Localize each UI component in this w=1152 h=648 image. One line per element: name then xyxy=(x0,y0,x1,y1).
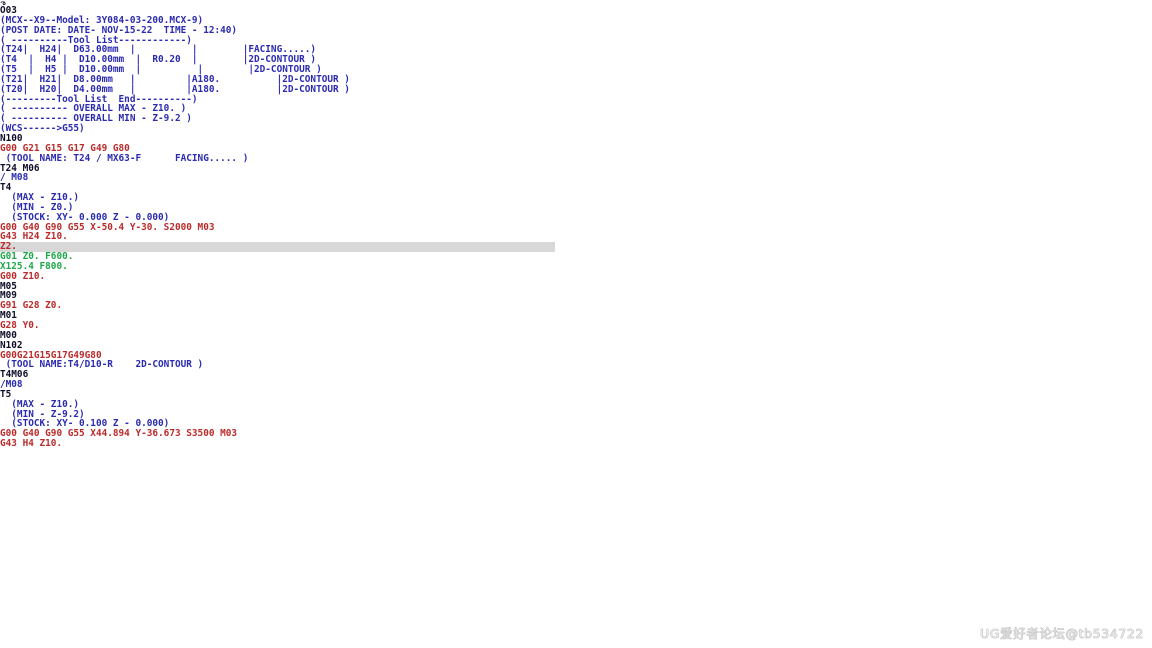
nc-code-line[interactable]: G00 G40 G90 G55 X-50.4 Y-30. S2000 M03 xyxy=(0,222,1152,233)
nc-code-line[interactable]: N100 xyxy=(0,134,1152,144)
nc-code-line[interactable]: Z2. xyxy=(0,242,555,253)
nc-code-line[interactable]: T4M06 xyxy=(0,370,1152,380)
nc-code-line[interactable]: (WCS------>G55) xyxy=(0,124,1152,134)
nc-code-line[interactable]: T4 xyxy=(0,183,1152,193)
nc-code-line[interactable]: M00 xyxy=(0,330,1152,341)
nc-code-line[interactable]: G00 G40 G90 G55 X44.894 Y-36.673 S3500 M… xyxy=(0,429,1152,439)
nc-code-line[interactable]: X125.4 F800. xyxy=(0,262,1152,272)
nc-code-line[interactable]: /M08 xyxy=(0,380,1152,390)
nc-code-line[interactable]: T5 xyxy=(0,390,1152,400)
nc-code-line[interactable]: G00 Z10. xyxy=(0,271,1152,282)
nc-code-line[interactable]: (TOOL NAME:T4/D10-R 2D-CONTOUR ) xyxy=(0,360,1152,370)
nc-code-line[interactable]: (MAX - Z10.) xyxy=(0,399,1152,410)
nc-code-line[interactable]: G28 Y0. xyxy=(0,321,1152,331)
nc-code-line[interactable]: M05 xyxy=(0,281,1152,292)
nc-program-listing[interactable]: %O03(MCX--X9--Model: 3Y084-03-200.MCX-9)… xyxy=(0,0,1152,449)
nc-code-line[interactable]: G91 G28 Z0. xyxy=(0,301,1152,311)
nc-code-line[interactable]: (MIN - Z-9.2) xyxy=(0,409,1152,420)
nc-code-line[interactable]: M09 xyxy=(0,291,1152,301)
nc-code-line[interactable]: (MIN - Z0.) xyxy=(0,203,1152,213)
nc-code-line[interactable]: G43 H4 Z10. xyxy=(0,439,1152,449)
forum-watermark: UG爱好者论坛@tb534722 xyxy=(980,626,1144,642)
nc-code-line[interactable]: (MAX - Z10.) xyxy=(0,193,1152,203)
nc-code-line[interactable]: T24 M06 xyxy=(0,163,1152,174)
nc-code-line[interactable]: / M08 xyxy=(0,173,1152,183)
nc-code-line[interactable]: M01 xyxy=(0,311,1152,321)
nc-code-line[interactable]: G01 Z0. F600. xyxy=(0,252,1152,262)
nc-code-line[interactable]: ( ---------- OVERALL MIN - Z-9.2 ) xyxy=(0,114,1152,124)
nc-code-line[interactable]: G43 H24 Z10. xyxy=(0,232,1152,242)
nc-code-line[interactable]: N102 xyxy=(0,340,1152,351)
nc-code-line[interactable]: (TOOL NAME: T24 / MX63-F FACING..... ) xyxy=(0,153,1152,164)
